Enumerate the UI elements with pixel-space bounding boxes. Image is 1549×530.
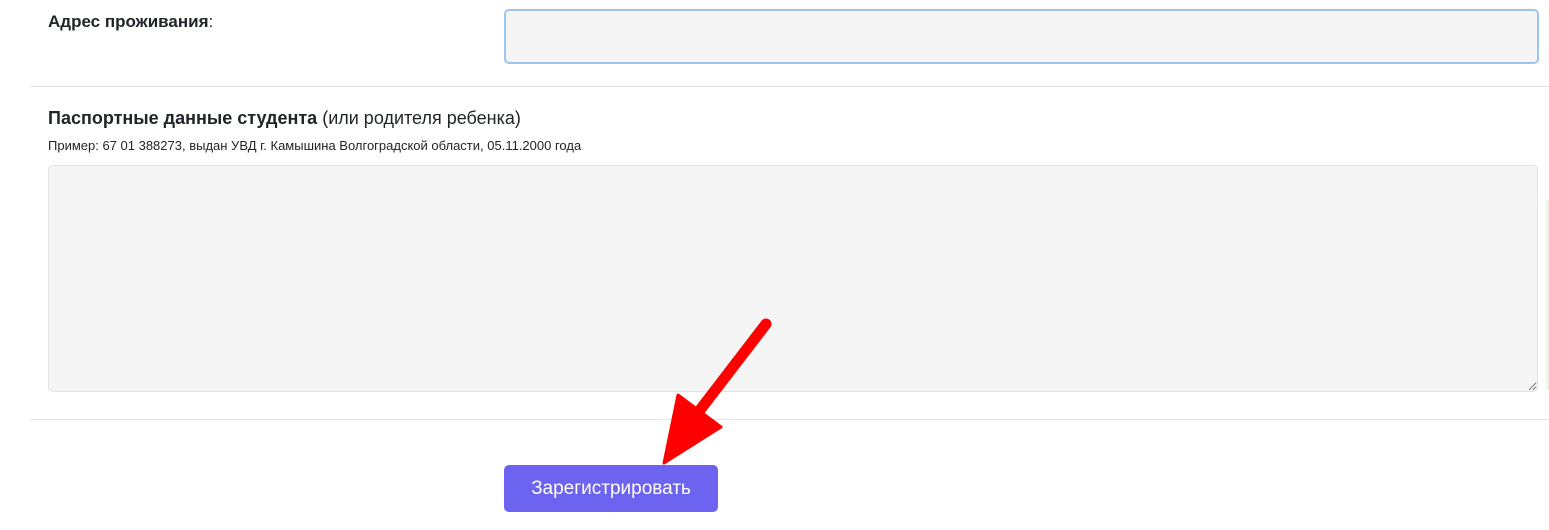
address-label-colon: : bbox=[208, 12, 214, 31]
arrow-head bbox=[662, 393, 723, 465]
passport-label-note: (или родителя ребенка) bbox=[317, 108, 521, 128]
section-divider-bottom bbox=[30, 419, 1549, 420]
passport-textarea[interactable] bbox=[48, 165, 1538, 392]
register-button[interactable]: Зарегистрировать bbox=[504, 465, 718, 512]
address-input[interactable] bbox=[504, 9, 1539, 64]
passport-label: Паспортные данные студента (или родителя… bbox=[48, 108, 521, 129]
address-label: Адрес проживания: bbox=[48, 12, 213, 32]
passport-hint: Пример: 67 01 388273, выдан УВД г. Камыш… bbox=[48, 138, 582, 153]
address-label-text: Адрес проживания bbox=[48, 12, 209, 31]
passport-label-bold: Паспортные данные студента bbox=[48, 108, 318, 128]
section-divider bbox=[30, 86, 1549, 87]
address-row: Адрес проживания: bbox=[0, 0, 1549, 86]
